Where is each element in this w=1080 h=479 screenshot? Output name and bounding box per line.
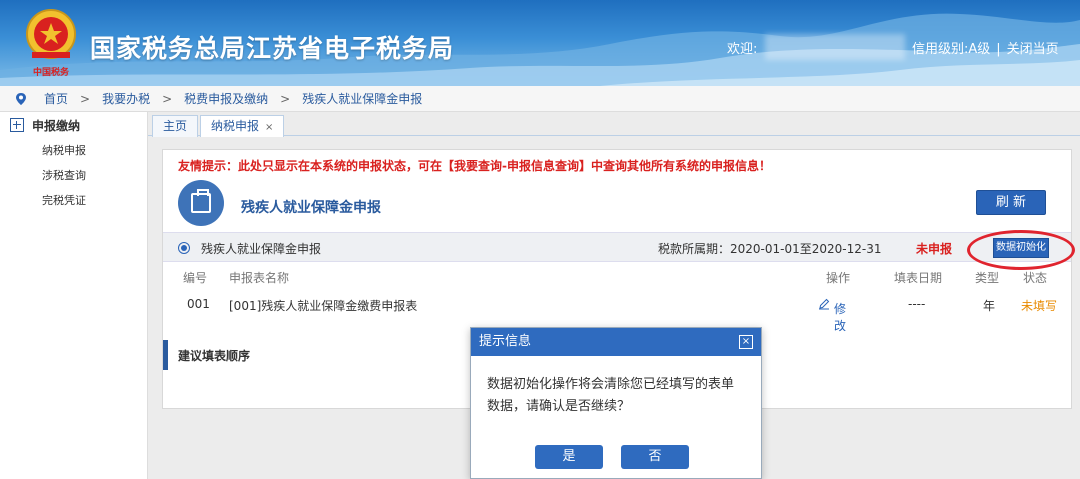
confirm-dialog: 提示信息 × 数据初始化操作将会清除您已经填写的表单数据，请确认是否继续？ 是 … [470,327,762,479]
table-row: 001 [001]残疾人就业保障金缴费申报表 修改 ---- 年 未填写 [163,294,1071,333]
section-marker [163,340,168,370]
dialog-message: 数据初始化操作将会清除您已经填写的表单数据，请确认是否继续？ [487,377,735,414]
username-redacted [765,34,905,60]
friendly-tip: 友情提示：此处只显示在本系统的申报状态，可在【我要查询-申报信息查询】中查询其他… [178,159,771,173]
declaration-name: 残疾人就业保障金申报 [201,242,322,256]
cell-type: 年 [983,299,996,313]
breadcrumb-separator: > [162,91,173,106]
breadcrumb-separator: > [280,91,291,106]
dialog-close-icon[interactable]: × [739,335,753,349]
briefcase-icon [178,180,224,226]
tab-home[interactable]: 主页 [152,115,199,137]
sidebar-item-tax-query[interactable]: 涉税查询 [0,163,147,188]
breadcrumb-tax-handling[interactable]: 我要办税 [102,90,150,107]
confirm-yes-button[interactable]: 是 [535,445,603,469]
refresh-button[interactable]: 刷 新 [976,190,1046,215]
credit-level: 信用级别:A级 [912,42,991,57]
breadcrumb-home[interactable]: 首页 [44,90,68,107]
tab-tax-filing[interactable]: 纳税申报 × [200,115,285,137]
tab-tax-filing-label: 纳税申报 [211,119,260,133]
sidebar-item-tax-filing[interactable]: 纳税申报 [0,138,147,163]
tax-emblem-logo: 中国税务 [26,9,76,78]
declaration-row: 残疾人就业保障金申报 税款所属期：2020-01-01至2020-12-31 未… [163,230,1075,270]
table-header: 编号 申报表名称 操作 填表日期 类型 状态 [163,266,1071,288]
dialog-header: 提示信息 × [471,328,761,356]
site-header: 中国税务 国家税务总局江苏省电子税务局 欢迎: 信用级别:A级 | 关闭当页 [0,0,1080,86]
edit-label: 修改 [834,302,847,333]
section-label: 建议填表顺序 [178,349,251,363]
col-header-no: 编号 [183,271,208,285]
form-title: 残疾人就业保障金申报 [241,200,381,216]
close-page-link[interactable]: 关闭当页 [1007,42,1059,57]
svg-text:中国税务: 中国税务 [33,66,70,78]
sidebar-heading-label: 申报缴纳 [32,118,81,133]
breadcrumb: 首页 > 我要办税 > 税费申报及缴纳 > 残疾人就业保障金申报 [0,86,1080,112]
breadcrumb-separator: > [80,91,91,106]
site-title: 国家税务总局江苏省电子税务局 [90,34,455,63]
declaration-radio[interactable] [178,242,190,254]
welcome-text: 欢迎: [727,42,758,57]
cell-name: [001]残疾人就业保障金缴费申报表 [229,299,418,313]
col-header-type: 类型 [975,271,1000,285]
data-init-button[interactable]: 数据初始化 [993,238,1049,258]
header-links: 信用级别:A级 | 关闭当页 [912,42,1059,57]
expand-icon [10,118,24,132]
tab-home-label: 主页 [163,119,188,133]
tab-close-icon[interactable]: × [265,122,273,133]
pencil-icon [819,298,830,310]
edit-link[interactable]: 修改 [818,297,846,333]
location-pin-icon [16,92,26,105]
col-header-name: 申报表名称 [229,271,290,285]
sidebar-heading[interactable]: 申报缴纳 [0,112,147,138]
cell-status: 未填写 [1021,299,1058,313]
cell-date: ---- [908,297,926,311]
cell-no: 001 [187,297,210,311]
tax-period: 税款所属期：2020-01-01至2020-12-31 [658,242,882,256]
sidebar: 申报缴纳 纳税申报 涉税查询 完税凭证 [0,112,148,479]
breadcrumb-current: 残疾人就业保障金申报 [302,92,423,106]
confirm-no-button[interactable]: 否 [621,445,689,469]
declaration-status: 未申报 [916,242,953,256]
col-header-action: 操作 [826,271,851,285]
sidebar-item-tax-certificate[interactable]: 完税凭证 [0,188,147,213]
col-header-status: 状态 [1023,271,1048,285]
dialog-title: 提示信息 [479,334,532,349]
col-header-date: 填表日期 [894,271,943,285]
breadcrumb-tax-filing[interactable]: 税费申报及缴纳 [184,90,268,107]
tab-bar: 主页 纳税申报 × [148,112,1080,137]
